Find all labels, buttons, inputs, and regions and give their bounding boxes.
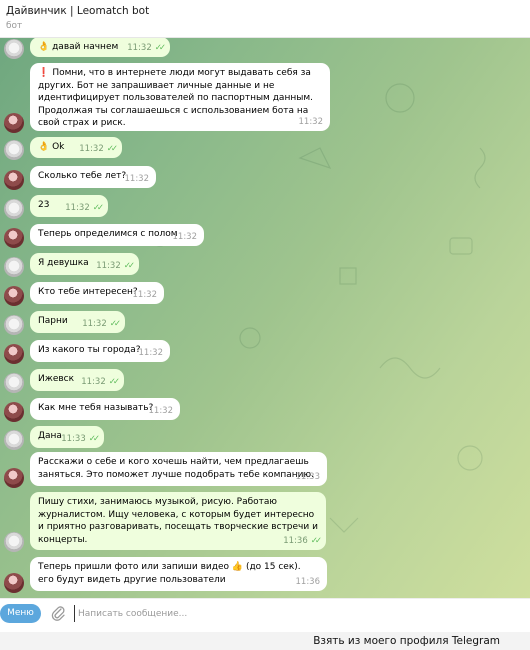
bot-avatar[interactable] — [4, 286, 24, 306]
outgoing-message[interactable]: Я девушка 11:32 ✓✓ — [30, 253, 139, 275]
double-check-icon: ✓✓ — [88, 433, 100, 444]
message-row: Сколько тебе лет? 11:32 — [0, 166, 530, 192]
message-text: Пишу стихи, занимаюсь музыкой, рисую. Ра… — [38, 497, 318, 545]
user-avatar[interactable] — [4, 315, 24, 335]
composer-bar: Меню — [0, 598, 530, 628]
message-time: 11:32 ✓✓ — [79, 143, 118, 154]
double-check-icon: ✓✓ — [310, 535, 322, 546]
message-row: Пишу стихи, занимаюсь музыкой, рисую. Ра… — [0, 492, 530, 554]
user-avatar[interactable] — [4, 373, 24, 393]
message-time: 11:36 — [295, 576, 321, 587]
chat-subtitle: бот — [6, 21, 23, 31]
user-avatar[interactable] — [4, 199, 24, 219]
message-time: 11:32 — [124, 173, 150, 184]
incoming-message[interactable]: Сколько тебе лет? 11:32 — [30, 166, 156, 188]
double-check-icon: ✓✓ — [106, 143, 118, 154]
user-avatar[interactable] — [4, 430, 24, 450]
double-check-icon: ✓✓ — [109, 318, 121, 329]
bot-avatar[interactable] — [4, 402, 24, 422]
thumbs-up-emoji: 👍 — [229, 562, 246, 572]
double-check-icon: ✓✓ — [108, 376, 120, 387]
message-row: 👌 давай начнем 11:32 ✓✓ — [0, 38, 530, 61]
exclamation-icon: ❗ — [38, 68, 53, 78]
message-time: 11:32 — [138, 347, 164, 358]
message-row: 👌 Ok 11:32 ✓✓ — [0, 137, 530, 162]
user-avatar[interactable] — [4, 257, 24, 277]
message-text: ❗ Помни, что в интернете люди могут выда… — [38, 68, 313, 128]
message-time: 11:32 ✓✓ — [96, 260, 135, 271]
outgoing-message[interactable]: Пишу стихи, занимаюсь музыкой, рисую. Ра… — [30, 492, 326, 550]
outgoing-message[interactable]: Дана 11:33 ✓✓ — [30, 426, 104, 448]
user-avatar[interactable] — [4, 140, 24, 160]
incoming-message[interactable]: Теперь определимся с полом 11:32 — [30, 224, 204, 246]
message-row: Теперь пришли фото или запиши видео 👍 (д… — [0, 557, 530, 595]
incoming-message[interactable]: ❗ Помни, что в интернете люди могут выда… — [30, 63, 330, 131]
incoming-message[interactable]: Из какого ты города? 11:32 — [30, 340, 170, 362]
incoming-message[interactable]: Теперь пришли фото или запиши видео 👍 (д… — [30, 557, 327, 591]
incoming-message[interactable]: Расскажи о себе и кого хочешь найти, чем… — [30, 452, 327, 486]
message-time: 11:32 ✓✓ — [65, 202, 104, 213]
message-row: Кто тебе интересен? 11:32 — [0, 282, 530, 308]
message-row: Дана 11:33 ✓✓ — [0, 426, 530, 452]
bot-keyboard: Взять из моего профиля Telegram — [0, 632, 530, 650]
message-time: 11:32 — [148, 405, 174, 416]
message-row: ❗ Помни, что в интернете люди могут выда… — [0, 63, 530, 135]
message-time: 11:32 ✓✓ — [81, 376, 120, 387]
use-profile-button[interactable]: Взять из моего профиля Telegram — [313, 635, 500, 647]
message-row: Я девушка 11:32 ✓✓ — [0, 253, 530, 279]
chat-title[interactable]: Дайвинчик | Leomatch bot — [6, 5, 530, 18]
paperclip-icon[interactable] — [50, 605, 66, 622]
message-time: 11:32 ✓✓ — [82, 318, 121, 329]
incoming-message[interactable]: Как мне тебя называть? 11:32 — [30, 398, 180, 420]
outgoing-message[interactable]: Ижевск 11:32 ✓✓ — [30, 369, 124, 391]
message-time: 11:32 ✓✓ — [127, 42, 166, 53]
incoming-message[interactable]: Кто тебе интересен? 11:32 — [30, 282, 164, 304]
message-input[interactable] — [74, 605, 514, 622]
bot-avatar[interactable] — [4, 573, 24, 593]
bot-avatar[interactable] — [4, 344, 24, 364]
user-avatar[interactable] — [4, 532, 24, 552]
message-row: Из какого ты города? 11:32 — [0, 340, 530, 366]
menu-button[interactable]: Меню — [0, 604, 41, 623]
message-time: 11:36 ✓✓ — [283, 535, 322, 546]
ok-hand-emoji: 👌 — [38, 42, 53, 52]
double-check-icon: ✓✓ — [92, 202, 104, 213]
bot-avatar[interactable] — [4, 170, 24, 190]
outgoing-message[interactable]: Парни 11:32 ✓✓ — [30, 311, 125, 333]
message-row: Парни 11:32 ✓✓ — [0, 311, 530, 337]
message-text: Теперь пришли фото или запиши видео 👍 (д… — [38, 562, 301, 585]
outgoing-message[interactable]: 23 11:32 ✓✓ — [30, 195, 108, 217]
bot-avatar[interactable] — [4, 228, 24, 248]
chat-header: Дайвинчик | Leomatch bot бот — [0, 0, 530, 38]
outgoing-message[interactable]: 👌 давай начнем 11:32 ✓✓ — [30, 38, 170, 57]
double-check-icon: ✓✓ — [123, 260, 135, 271]
outgoing-message[interactable]: 👌 Ok 11:32 ✓✓ — [30, 137, 122, 158]
bot-avatar[interactable] — [4, 468, 24, 488]
message-row: 23 11:32 ✓✓ — [0, 195, 530, 221]
user-avatar[interactable] — [4, 39, 24, 59]
message-row: Как мне тебя называть? 11:32 — [0, 398, 530, 424]
ok-hand-emoji: 👌 — [38, 142, 53, 152]
bot-avatar[interactable] — [4, 113, 24, 133]
double-check-icon: ✓✓ — [154, 42, 166, 53]
message-row: Расскажи о себе и кого хочешь найти, чем… — [0, 452, 530, 490]
message-row: Ижевск 11:32 ✓✓ — [0, 369, 530, 395]
message-time: 11:33 — [295, 471, 321, 482]
message-row: Теперь определимся с полом 11:32 — [0, 224, 530, 250]
message-time: 11:32 — [132, 289, 158, 300]
message-time: 11:32 — [298, 116, 324, 127]
message-time: 11:33 ✓✓ — [61, 433, 100, 444]
chat-history[interactable]: 👌 давай начнем 11:32 ✓✓ ❗ Помни, что в инте… — [0, 38, 530, 598]
message-time: 11:32 — [172, 231, 198, 242]
message-text: Расскажи о себе и кого хочешь найти, чем… — [38, 457, 314, 480]
